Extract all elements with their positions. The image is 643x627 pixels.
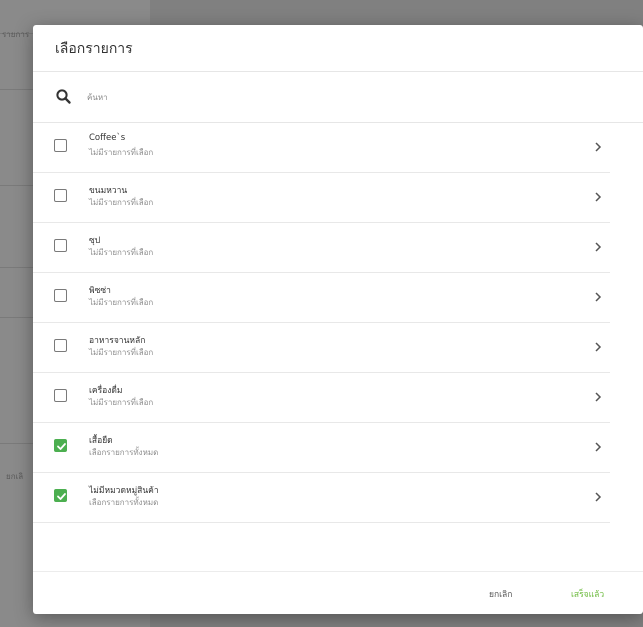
- checkbox[interactable]: [54, 189, 67, 202]
- list-item[interactable]: Coffee`s ไม่มีรายการที่เลือก: [33, 123, 610, 173]
- checkbox[interactable]: [54, 439, 67, 452]
- category-list: Coffee`s ไม่มีรายการที่เลือก ขนมหวาน ไม่…: [33, 123, 643, 523]
- search-icon: [56, 89, 71, 104]
- chevron-right-icon[interactable]: [594, 441, 602, 453]
- search-bar: [33, 72, 643, 122]
- checkbox[interactable]: [54, 389, 67, 402]
- item-title: ไม่มีหมวดหมู่สินค้า: [89, 486, 159, 496]
- item-status: ไม่มีรายการที่เลือก: [89, 198, 154, 207]
- item-status: ไม่มีรายการที่เลือก: [89, 298, 154, 307]
- list-item[interactable]: ซุป ไม่มีรายการที่เลือก: [33, 223, 610, 273]
- checkmark-icon: [57, 493, 66, 500]
- item-status: ไม่มีรายการที่เลือก: [89, 248, 154, 257]
- checkbox[interactable]: [54, 489, 67, 502]
- item-status: ไม่มีรายการที่เลือก: [89, 148, 154, 157]
- checkbox[interactable]: [54, 289, 67, 302]
- done-button[interactable]: เสร็จแล้ว: [567, 585, 608, 603]
- divider: [33, 571, 643, 572]
- checkbox[interactable]: [54, 139, 67, 152]
- item-status: ไม่มีรายการที่เลือก: [89, 398, 154, 407]
- item-status: ไม่มีรายการที่เลือก: [89, 348, 154, 357]
- list-item[interactable]: เครื่องดื่ม ไม่มีรายการที่เลือก: [33, 373, 610, 423]
- chevron-right-icon[interactable]: [594, 491, 602, 503]
- list-item[interactable]: พิซซ่า ไม่มีรายการที่เลือก: [33, 273, 610, 323]
- search-input[interactable]: [87, 86, 607, 108]
- checkmark-icon: [57, 443, 66, 450]
- item-title: เสื้อยืด: [89, 436, 113, 446]
- background-label-mid: ยกเลิ: [6, 472, 24, 481]
- checkbox[interactable]: [54, 239, 67, 252]
- item-status: เลือกรายการทั้งหมด: [89, 498, 159, 507]
- chevron-right-icon[interactable]: [594, 341, 602, 353]
- list-item[interactable]: ไม่มีหมวดหมู่สินค้า เลือกรายการทั้งหมด: [33, 473, 610, 523]
- chevron-right-icon[interactable]: [594, 291, 602, 303]
- list-item[interactable]: ขนมหวาน ไม่มีรายการที่เลือก: [33, 173, 610, 223]
- item-status: เลือกรายการทั้งหมด: [89, 448, 159, 457]
- chevron-right-icon[interactable]: [594, 391, 602, 403]
- chevron-right-icon[interactable]: [594, 241, 602, 253]
- item-title: พิซซ่า: [89, 286, 111, 296]
- item-title: ขนมหวาน: [89, 186, 128, 196]
- select-items-dialog: เลือกรายการ Coffee`s ไม่มีรายการที่เลือก…: [33, 25, 643, 614]
- modal-backdrop[interactable]: รายการ ยกเลิ เลือกรายการ Coffee`s ไม่มีร…: [0, 0, 643, 627]
- item-title: Coffee`s: [89, 133, 126, 143]
- dialog-title: เลือกรายการ: [55, 41, 133, 57]
- list-item[interactable]: เสื้อยืด เลือกรายการทั้งหมด: [33, 423, 610, 473]
- item-title: อาหารจานหลัก: [89, 336, 146, 346]
- chevron-right-icon[interactable]: [594, 191, 602, 203]
- cancel-button[interactable]: ยกเลิก: [485, 585, 516, 603]
- checkbox[interactable]: [54, 339, 67, 352]
- item-title: เครื่องดื่ม: [89, 386, 123, 396]
- list-item[interactable]: อาหารจานหลัก ไม่มีรายการที่เลือก: [33, 323, 610, 373]
- item-title: ซุป: [89, 236, 101, 246]
- chevron-right-icon[interactable]: [594, 141, 602, 153]
